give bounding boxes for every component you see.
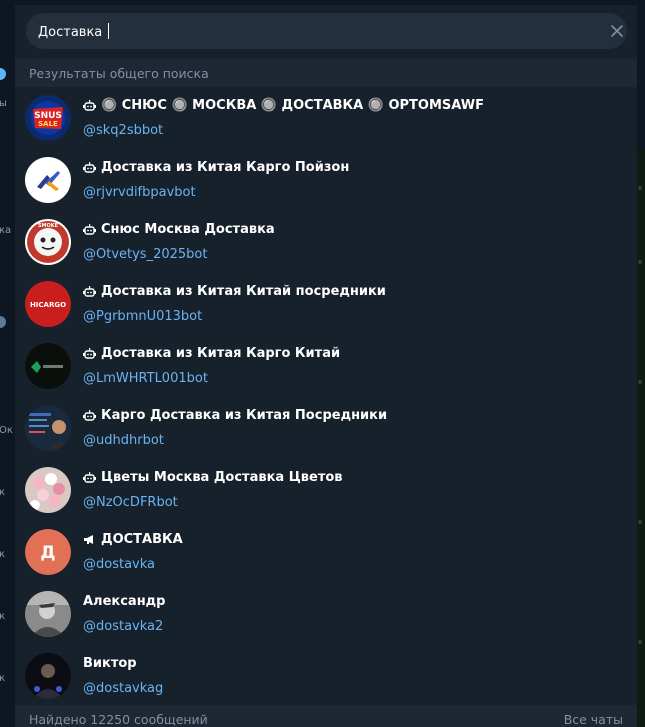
search-result-item[interactable]: SNUS SALE 🔘 СНЮС 🔘 МОСКВА 🔘 ДОСТАВКА 🔘 O… <box>15 87 637 149</box>
search-result-item[interactable]: Д ДОСТАВКА @dostavka <box>15 521 637 583</box>
folder-label: к <box>0 673 6 684</box>
messages-found-count: Найдено 12250 сообщений <box>29 712 208 727</box>
avatar <box>25 157 71 203</box>
chat-pattern-mark <box>638 520 642 524</box>
channel-megaphone-icon <box>84 535 93 544</box>
clear-search-icon[interactable] <box>609 23 625 39</box>
global-search-header: Результаты общего поиска <box>15 59 637 87</box>
chat-pattern-mark <box>638 640 642 644</box>
result-title: Виктор <box>83 656 137 671</box>
result-username: @NzOcDFRbot <box>83 495 178 510</box>
chat-area-edge <box>637 0 645 727</box>
bot-icon <box>83 100 96 111</box>
avatar: SMOKE <box>25 219 71 265</box>
avatar <box>25 591 71 637</box>
avatar-text: SMOKE <box>38 223 59 229</box>
bot-icon <box>83 472 96 483</box>
avatar: Д <box>25 529 71 575</box>
search-box[interactable] <box>26 13 627 49</box>
search-input[interactable] <box>38 22 588 42</box>
folder-label: Ок <box>0 425 13 436</box>
result-username: @PgrbmnU013bot <box>83 309 203 324</box>
folder-label: к <box>0 549 6 560</box>
result-username: @skq2sbbot <box>83 123 164 138</box>
search-result-item[interactable]: Доставка из Китая Карго Пойзон @rjvrvdif… <box>15 149 637 211</box>
result-username: @LmWHRTL001bot <box>83 371 208 386</box>
result-username: @Otvetys_2025bot <box>83 247 208 262</box>
folder-badge-icon <box>0 316 6 328</box>
bot-icon <box>83 410 96 421</box>
search-result-item[interactable]: HICARGO Доставка из Китая Китай посредни… <box>15 273 637 335</box>
search-result-item[interactable]: Цветы Москва Доставка Цветов @NzOcDFRbot <box>15 459 637 521</box>
search-results-list: SNUS SALE 🔘 СНЮС 🔘 МОСКВА 🔘 ДОСТАВКА 🔘 O… <box>15 87 637 707</box>
search-result-item[interactable]: Виктор @dostavkag <box>15 645 637 707</box>
all-chats-filter[interactable]: Все чаты <box>564 712 623 727</box>
avatar <box>25 343 71 389</box>
result-username: @dostavka2 <box>83 619 164 634</box>
folder-badge-icon <box>0 68 6 80</box>
result-title: Доставка из Китая Карго Пойзон <box>101 160 350 175</box>
bot-icon <box>83 286 96 297</box>
messages-found-bar: Найдено 12250 сообщений Все чаты <box>15 705 637 727</box>
panel-top-border <box>15 0 637 5</box>
search-panel: Результаты общего поиска SNUS SALE 🔘 СНЮ… <box>15 0 637 727</box>
text-caret <box>108 23 109 39</box>
chat-pattern-mark <box>638 380 642 384</box>
result-username: @udhdhrbot <box>83 433 164 448</box>
avatar <box>25 405 71 451</box>
avatar-text: SALE <box>38 120 58 128</box>
search-result-item[interactable]: Александр @dostavka2 <box>15 583 637 645</box>
section-title: Результаты общего поиска <box>29 66 209 81</box>
avatar <box>25 653 71 699</box>
result-title: Снюс Москва Доставка <box>101 222 275 237</box>
search-result-item[interactable]: Доставка из Китая Карго Китай @LmWHRTL00… <box>15 335 637 397</box>
result-title: Карго Доставка из Китая Посредники <box>101 408 388 423</box>
result-title: Доставка из Китая Китай посредники <box>101 284 386 299</box>
chat-pattern-mark <box>638 260 642 264</box>
result-title: Доставка из Китая Карго Китай <box>101 346 341 361</box>
search-result-item[interactable]: SMOKE Снюс Москва Доставка @Otvetys_2025… <box>15 211 637 273</box>
folder-label: к <box>0 487 6 498</box>
folder-label: ы <box>0 98 7 109</box>
chat-pattern-mark <box>638 186 642 190</box>
bot-icon <box>83 224 96 235</box>
result-username: @dostavkag <box>83 681 164 696</box>
result-title: Александр <box>83 594 166 609</box>
folder-label: ка <box>0 225 12 236</box>
avatar <box>25 467 71 513</box>
folder-sidebar-edge: ы ка Ок к к к к <box>0 0 15 727</box>
avatar: SNUS SALE <box>25 95 71 141</box>
result-title: ДОСТАВКА <box>101 532 183 547</box>
bot-icon <box>83 348 96 359</box>
avatar-text: HICARGO <box>30 301 66 309</box>
result-title: Цветы Москва Доставка Цветов <box>101 470 343 485</box>
avatar: HICARGO <box>25 281 71 327</box>
result-username: @dostavka <box>83 557 156 572</box>
bot-icon <box>83 162 96 173</box>
folder-label: к <box>0 611 6 622</box>
result-title: 🔘 СНЮС 🔘 МОСКВА 🔘 ДОСТАВКА 🔘 OPTOMSAWF <box>101 98 484 113</box>
search-result-item[interactable]: Карго Доставка из Китая Посредники @udhd… <box>15 397 637 459</box>
avatar-initial: Д <box>40 543 55 563</box>
result-username: @rjvrvdifbpavbot <box>83 185 196 200</box>
